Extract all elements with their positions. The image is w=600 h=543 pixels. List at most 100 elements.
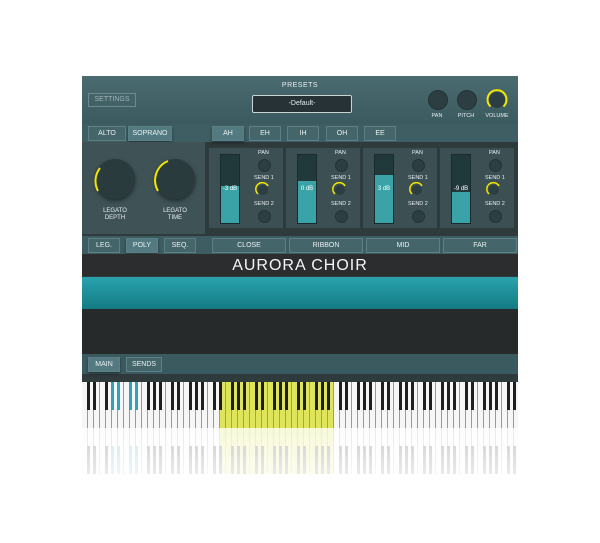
volume-knob[interactable] bbox=[484, 87, 510, 113]
black-key[interactable] bbox=[302, 382, 306, 410]
mic-mid-button[interactable]: MID bbox=[366, 238, 440, 253]
black-key[interactable] bbox=[320, 382, 324, 410]
channel-4-send2-knob[interactable] bbox=[489, 210, 502, 223]
black-key[interactable] bbox=[494, 446, 498, 474]
black-key[interactable] bbox=[404, 446, 408, 474]
channel-3-pan-knob[interactable] bbox=[412, 159, 425, 172]
mic-far-button[interactable]: FAR bbox=[443, 238, 517, 253]
black-key[interactable] bbox=[422, 446, 426, 474]
black-key[interactable] bbox=[362, 446, 366, 474]
black-key[interactable] bbox=[482, 382, 486, 410]
black-key[interactable] bbox=[86, 382, 90, 410]
black-key[interactable] bbox=[278, 446, 282, 474]
black-key[interactable] bbox=[440, 446, 444, 474]
tab-main[interactable]: MAIN bbox=[88, 357, 120, 372]
black-key[interactable] bbox=[272, 446, 276, 474]
black-key[interactable] bbox=[470, 446, 474, 474]
black-key[interactable] bbox=[254, 382, 258, 410]
black-key[interactable] bbox=[296, 382, 300, 410]
channel-2-send2-knob[interactable] bbox=[335, 210, 348, 223]
black-key[interactable] bbox=[194, 382, 198, 410]
channel-4-send1-knob[interactable] bbox=[486, 182, 502, 198]
black-key[interactable] bbox=[152, 382, 156, 410]
vowel-ih-button[interactable]: IH bbox=[287, 126, 319, 141]
mode-poly-button[interactable]: POLY bbox=[126, 238, 158, 253]
vowel-ee-button[interactable]: EE bbox=[364, 126, 396, 141]
black-key[interactable] bbox=[242, 382, 246, 410]
black-key[interactable] bbox=[188, 446, 192, 474]
black-key[interactable] bbox=[128, 382, 132, 410]
black-key[interactable] bbox=[344, 446, 348, 474]
black-key[interactable] bbox=[176, 382, 180, 410]
vowel-oh-button[interactable]: OH bbox=[326, 126, 358, 141]
channel-2-send1-knob[interactable] bbox=[332, 182, 348, 198]
black-key[interactable] bbox=[368, 446, 372, 474]
black-key[interactable] bbox=[386, 382, 390, 410]
black-key[interactable] bbox=[422, 382, 426, 410]
black-key[interactable] bbox=[512, 382, 516, 410]
channel-2-pan-knob[interactable] bbox=[335, 159, 348, 172]
channel-3-send1-knob[interactable] bbox=[409, 182, 425, 198]
black-key[interactable] bbox=[506, 382, 510, 410]
black-key[interactable] bbox=[134, 446, 138, 474]
black-key[interactable] bbox=[314, 382, 318, 410]
black-key[interactable] bbox=[464, 382, 468, 410]
black-key[interactable] bbox=[386, 446, 390, 474]
piano-keyboard[interactable] bbox=[82, 382, 518, 428]
black-key[interactable] bbox=[356, 382, 360, 410]
black-key[interactable] bbox=[170, 382, 174, 410]
mic-close-button[interactable]: CLOSE bbox=[212, 238, 286, 253]
black-key[interactable] bbox=[320, 446, 324, 474]
black-key[interactable] bbox=[110, 446, 114, 474]
mode-legato-button[interactable]: LEG. bbox=[88, 238, 120, 253]
black-key[interactable] bbox=[494, 382, 498, 410]
black-key[interactable] bbox=[296, 446, 300, 474]
black-key[interactable] bbox=[230, 382, 234, 410]
black-key[interactable] bbox=[446, 446, 450, 474]
black-key[interactable] bbox=[170, 446, 174, 474]
black-key[interactable] bbox=[470, 382, 474, 410]
black-key[interactable] bbox=[326, 382, 330, 410]
black-key[interactable] bbox=[236, 446, 240, 474]
black-key[interactable] bbox=[380, 382, 384, 410]
black-key[interactable] bbox=[338, 382, 342, 410]
black-key[interactable] bbox=[302, 446, 306, 474]
vowel-eh-button[interactable]: EH bbox=[249, 126, 281, 141]
mic-ribbon-button[interactable]: RIBBON bbox=[289, 238, 363, 253]
black-key[interactable] bbox=[254, 446, 258, 474]
channel-1-send2-knob[interactable] bbox=[258, 210, 271, 223]
black-key[interactable] bbox=[482, 446, 486, 474]
black-key[interactable] bbox=[278, 382, 282, 410]
pan-knob[interactable] bbox=[428, 90, 448, 110]
black-key[interactable] bbox=[86, 446, 90, 474]
black-key[interactable] bbox=[194, 446, 198, 474]
black-key[interactable] bbox=[212, 382, 216, 410]
black-key[interactable] bbox=[368, 382, 372, 410]
vowel-ah-button[interactable]: AH bbox=[212, 126, 244, 141]
black-key[interactable] bbox=[410, 446, 414, 474]
channel-1-pan-knob[interactable] bbox=[258, 159, 271, 172]
preset-selector[interactable]: -Default- bbox=[252, 95, 352, 113]
channel-1-send1-knob[interactable] bbox=[255, 182, 271, 198]
black-key[interactable] bbox=[284, 446, 288, 474]
black-key[interactable] bbox=[146, 446, 150, 474]
black-key[interactable] bbox=[452, 382, 456, 410]
black-key[interactable] bbox=[104, 446, 108, 474]
black-key[interactable] bbox=[398, 382, 402, 410]
channel-4-pan-knob[interactable] bbox=[489, 159, 502, 172]
black-key[interactable] bbox=[128, 446, 132, 474]
black-key[interactable] bbox=[230, 446, 234, 474]
black-key[interactable] bbox=[338, 446, 342, 474]
voice-alto-button[interactable]: ALTO bbox=[88, 126, 126, 141]
black-key[interactable] bbox=[284, 382, 288, 410]
mode-seq-button[interactable]: SEQ. bbox=[164, 238, 196, 253]
black-key[interactable] bbox=[356, 446, 360, 474]
black-key[interactable] bbox=[152, 446, 156, 474]
black-key[interactable] bbox=[410, 382, 414, 410]
black-key[interactable] bbox=[446, 382, 450, 410]
black-key[interactable] bbox=[428, 382, 432, 410]
black-key[interactable] bbox=[512, 446, 516, 474]
channel-2-fader[interactable]: 0 dB bbox=[297, 154, 317, 224]
black-key[interactable] bbox=[428, 446, 432, 474]
channel-4-fader[interactable]: -9 dB bbox=[451, 154, 471, 224]
